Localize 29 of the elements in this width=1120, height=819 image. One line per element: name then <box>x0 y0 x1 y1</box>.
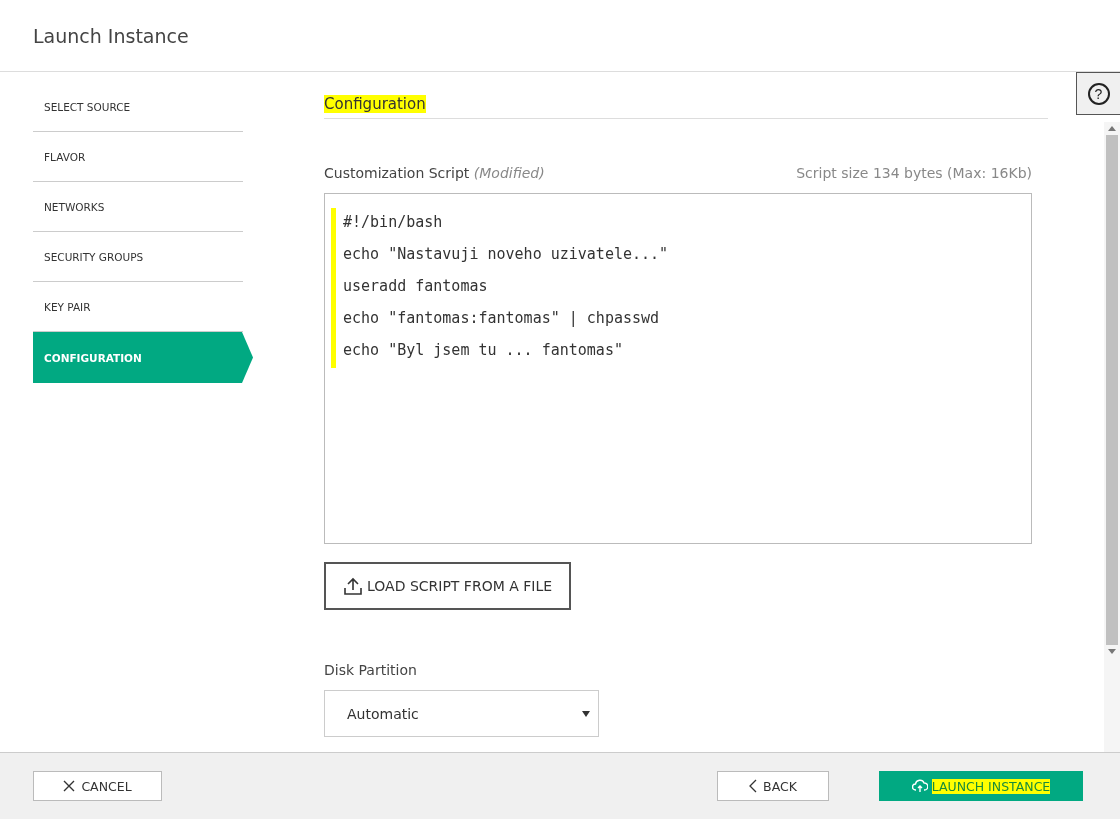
disk-partition-dropdown[interactable]: Automatic <box>324 690 599 737</box>
wizard-step[interactable]: SELECT SOURCE <box>33 82 243 132</box>
code-line: #!/bin/bash <box>343 212 444 233</box>
wizard-step[interactable]: FLAVOR <box>33 132 243 182</box>
cancel-button[interactable]: CANCEL <box>33 771 162 801</box>
code-line: echo "fantomas:fantomas" | chpasswd <box>343 308 661 329</box>
help-button[interactable]: ? <box>1076 72 1120 115</box>
section-title: Configuration <box>324 95 426 113</box>
scrollbar[interactable] <box>1104 122 1120 752</box>
code-line: echo "Byl jsem tu ... fantomas" <box>343 340 624 361</box>
cloud-upload-icon <box>911 779 928 793</box>
launch-instance-button[interactable]: LAUNCH INSTANCE <box>879 771 1083 801</box>
wizard-step[interactable]: SECURITY GROUPS <box>33 232 243 282</box>
scroll-up-arrow-icon[interactable] <box>1108 126 1116 131</box>
script-size-text: Script size 134 bytes (Max: 16Kb) <box>796 165 1032 181</box>
code-line: useradd fantomas <box>343 276 489 297</box>
window-title: Launch Instance <box>33 24 189 47</box>
scroll-down-arrow-icon[interactable] <box>1108 649 1116 654</box>
field-label: Disk Partition <box>324 662 417 678</box>
script-input-field[interactable]: #!/bin/bash echo "Nastavuji noveho uzivatele..." useradd fantomas echo "fantomas:fantomas" | chpasswd echo "Byl jsem tu ... fantomas" <box>324 193 1032 544</box>
field-label: Customization Script (Modified) <box>324 165 545 181</box>
back-button[interactable]: BACK <box>717 771 829 801</box>
chevron-left-icon <box>749 779 758 793</box>
load-script-button[interactable]: LOAD SCRIPT FROM A FILE <box>324 562 572 610</box>
wizard-step[interactable]: NETWORKS <box>33 182 243 232</box>
code-line: echo "Nastavuji noveho uzivatele..." <box>343 244 669 265</box>
close-icon <box>63 780 76 792</box>
upload-icon <box>343 576 363 596</box>
caret-icon <box>582 710 590 717</box>
